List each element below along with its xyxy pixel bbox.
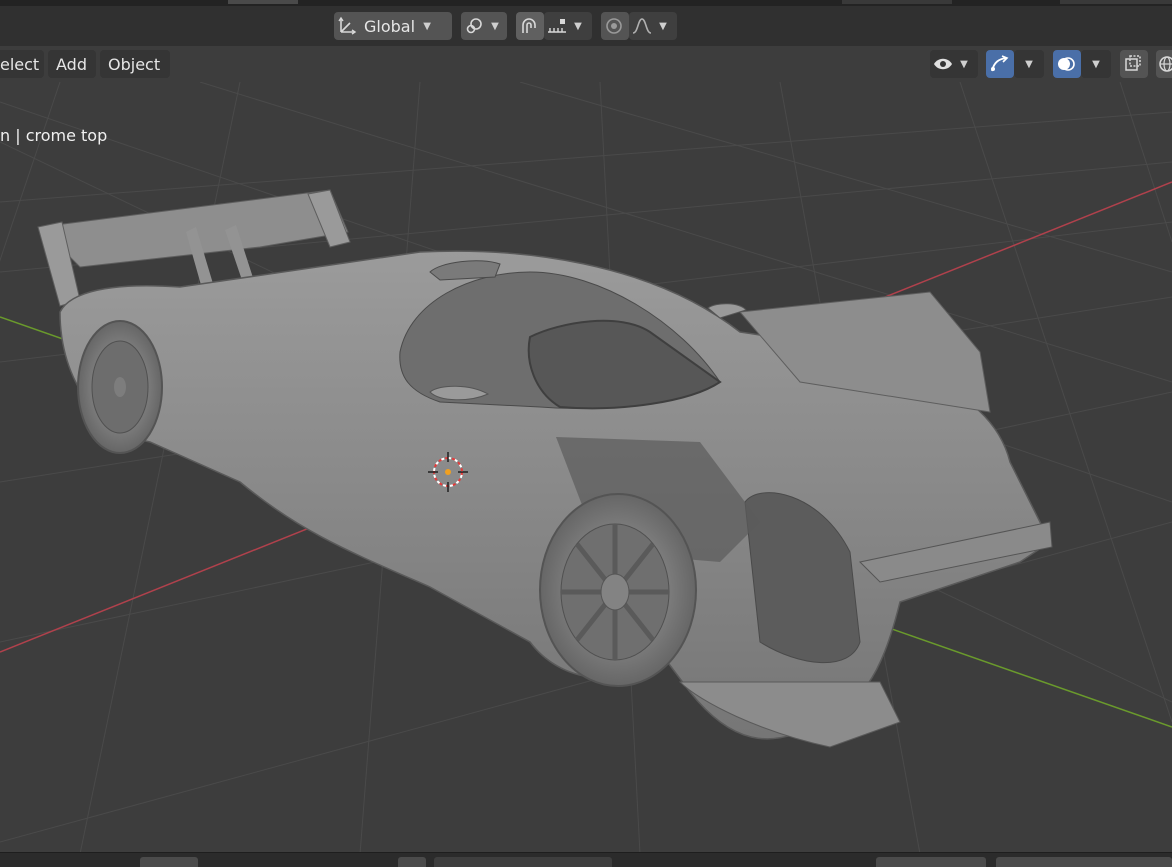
snap-icon — [516, 13, 542, 39]
chevron-down-icon: ▼ — [1025, 58, 1033, 70]
race-car-model[interactable] — [37, 189, 1053, 748]
visibility-eye-icon — [930, 51, 956, 77]
chevron-down-icon: ▼ — [574, 20, 582, 32]
front-wheel — [539, 493, 697, 687]
select-menu[interactable]: elect — [0, 50, 44, 78]
add-menu-label: Add — [56, 54, 87, 74]
viewport-scene — [0, 81, 1172, 855]
overlay-dropdown[interactable]: ▼ — [1081, 50, 1111, 78]
snap-target-dropdown[interactable]: ▼ — [544, 12, 592, 40]
falloff-curve-icon — [629, 13, 655, 39]
bottom-timeline-header — [0, 852, 1172, 867]
workspace-tab[interactable] — [1060, 0, 1172, 4]
viewport-header: elect Add Object ▼ ▼ ▼ — [0, 46, 1172, 82]
wireframe-shading-button[interactable] — [1156, 50, 1172, 78]
chevron-down-icon: ▼ — [491, 20, 499, 32]
add-menu[interactable]: Add — [48, 50, 96, 78]
object-menu-label: Object — [108, 54, 161, 74]
object-menu[interactable]: Object — [100, 50, 170, 78]
select-menu-label: elect — [0, 54, 40, 74]
transform-axes-icon — [334, 13, 360, 39]
rear-wheel — [77, 320, 163, 454]
xray-icon — [1120, 51, 1146, 77]
proportional-edit-toggle[interactable] — [601, 12, 629, 40]
overlay-toggle[interactable] — [1053, 50, 1081, 78]
wireframe-shading-icon — [1156, 51, 1172, 77]
3d-viewport[interactable] — [0, 81, 1172, 855]
gizmo-toggle[interactable] — [986, 50, 1014, 78]
workspace-tab[interactable] — [842, 0, 952, 4]
chevron-down-icon: ▼ — [960, 58, 968, 70]
visibility-dropdown[interactable]: ▼ — [930, 50, 978, 78]
gizmo-icon — [986, 51, 1012, 77]
snap-increment-icon — [544, 13, 570, 39]
chevron-down-icon: ▼ — [423, 20, 431, 32]
overlay-icon — [1053, 51, 1079, 77]
tool-header: Global ▼ ▼ ▼ ▼ — [0, 6, 1172, 46]
transform-orientation-label: Global — [364, 16, 416, 36]
proportional-falloff-dropdown[interactable]: ▼ — [629, 12, 677, 40]
chevron-down-icon: ▼ — [659, 20, 667, 32]
pivot-icon — [461, 13, 487, 39]
workspace-tab[interactable] — [228, 0, 298, 4]
pivot-point-dropdown[interactable]: ▼ — [461, 12, 507, 40]
transform-orientation-dropdown[interactable]: Global ▼ — [334, 12, 452, 40]
snap-toggle[interactable] — [516, 12, 544, 40]
chevron-down-icon: ▼ — [1092, 58, 1100, 70]
xray-toggle[interactable] — [1120, 50, 1148, 78]
viewport-object-info: n | crome top — [0, 126, 108, 145]
proportional-edit-icon — [601, 13, 627, 39]
gizmo-dropdown[interactable]: ▼ — [1014, 50, 1044, 78]
